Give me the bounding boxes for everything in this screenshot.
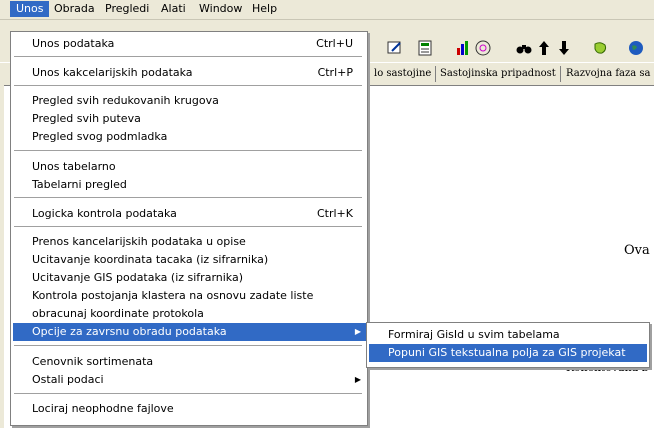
menu-item-label: Popuni GIS tekstualna polja za GIS proje… (388, 346, 626, 359)
shortcut-label: Ctrl+P (317, 66, 353, 79)
menu-item-label: Ucitavanje GIS podataka (iz sifrarnika) (32, 271, 244, 284)
menu-separator (14, 197, 362, 199)
menu-item-label: obracunaj koordinate protokola (32, 307, 204, 320)
arrow-up-icon[interactable] (533, 38, 555, 60)
zavrsna-obrada-submenu: Formiraj GisId u svim tabelama Popuni GI… (366, 322, 650, 368)
menu-obrada[interactable]: Obrada (48, 1, 101, 17)
chart-icon[interactable] (452, 38, 474, 60)
menu-item-label: Pregled svih redukovanih krugova (32, 94, 219, 107)
globe-icon[interactable] (625, 38, 647, 60)
shortcut-label: Ctrl+K (316, 207, 353, 220)
menu-separator (14, 345, 362, 347)
menu-item-label: Formiraj GisId u svim tabelama (388, 328, 560, 341)
menu-item-label: Logicka kontrola podataka (32, 207, 177, 220)
column-header[interactable]: lo sastojine (370, 66, 437, 82)
menu-item-label: Kontrola postojanja klastera na osnovu z… (32, 289, 314, 302)
menu-item-label: Unos tabelarno (32, 160, 116, 173)
submenu-arrow-icon: ▶ (354, 375, 361, 384)
menu-item-logicka-kontrola[interactable]: Logicka kontrola podataka Ctrl+K (13, 205, 367, 223)
menu-item-ostali-podaci[interactable]: Ostali podaci ▶ (13, 371, 367, 389)
pen-icon[interactable] (384, 38, 406, 60)
arrow-down-icon[interactable] (553, 38, 575, 60)
menu-alati[interactable]: Alati (155, 1, 192, 17)
menu-item-pregled-puteva[interactable]: Pregled svih puteva (13, 110, 367, 128)
menu-item-label: Ostali podaci (32, 373, 104, 386)
menu-item-label: Pregled svih puteva (32, 112, 141, 125)
menu-item-obracunaj-koordinate[interactable]: obracunaj koordinate protokola (13, 305, 367, 323)
menu-item-ucitavanje-gis[interactable]: Ucitavanje GIS podataka (iz sifrarnika) (13, 269, 367, 287)
submenu-arrow-icon: ▶ (354, 327, 361, 336)
menu-item-tabelarni-pregled[interactable]: Tabelarni pregled (13, 176, 367, 194)
menu-item-ucitavanje-koordinata[interactable]: Ucitavanje koordinata tacaka (iz sifrarn… (13, 251, 367, 269)
menu-item-label: Lociraj neophodne fajlove (32, 402, 174, 415)
menu-item-label: Unos podataka (32, 37, 115, 50)
column-header[interactable]: Sastojinska pripadnost (436, 66, 561, 82)
target-icon[interactable] (472, 38, 494, 60)
binoculars-icon[interactable] (513, 38, 535, 60)
menu-item-unos-podataka[interactable]: Unos podataka Ctrl+U (13, 35, 367, 53)
menu-item-label: Tabelarni pregled (32, 178, 127, 191)
menu-separator (14, 56, 362, 58)
menu-item-label: Cenovnik sortimenata (32, 355, 154, 368)
menu-item-kontrola-klastera[interactable]: Kontrola postojanja klastera na osnovu z… (13, 287, 367, 305)
menu-item-label: Ucitavanje koordinata tacaka (iz sifrarn… (32, 253, 269, 266)
menu-separator (14, 150, 362, 152)
unos-dropdown-menu: Unos podataka Ctrl+U Unos kakcelarijskih … (10, 31, 368, 426)
menu-separator (14, 85, 362, 87)
menu-item-label: Pregled svog podmladka (32, 130, 168, 143)
menu-separator (14, 226, 362, 228)
menu-item-label: Unos kakcelarijskih podataka (32, 66, 193, 79)
column-header[interactable]: Razvojna faza sa (562, 66, 654, 82)
menu-help[interactable]: Help (246, 1, 283, 17)
menu-window[interactable]: Window (193, 1, 248, 17)
menu-item-pregled-krugova[interactable]: Pregled svih redukovanih krugova (13, 92, 367, 110)
menu-item-cenovnik[interactable]: Cenovnik sortimenata (13, 353, 367, 371)
menu-bar: Unos Obrada Pregledi Alati Window Help (0, 0, 654, 20)
map-icon[interactable] (590, 38, 612, 60)
menu-item-popuni-gis-polja[interactable]: Popuni GIS tekstualna polja za GIS proje… (369, 344, 647, 362)
menu-item-label: Prenos kancelarijskih podataka u opise (32, 235, 246, 248)
menu-item-lociraj-fajlove[interactable]: Lociraj neophodne fajlove (13, 400, 367, 418)
menu-item-pregled-podmladka[interactable]: Pregled svog podmladka (13, 128, 367, 146)
menu-item-unos-kancelarijskih[interactable]: Unos kakcelarijskih podataka Ctrl+P (13, 64, 367, 82)
calc-icon[interactable] (414, 38, 436, 60)
content-text-ova: Ova (624, 243, 650, 258)
menu-item-opcije-zavrsna-obrada[interactable]: Opcije za zavrsnu obradu podataka ▶ (13, 323, 367, 341)
menu-item-unos-tabelarno[interactable]: Unos tabelarno (13, 158, 367, 176)
menu-item-label: Opcije za zavrsnu obradu podataka (32, 325, 227, 338)
menu-unos[interactable]: Unos (10, 1, 50, 17)
menu-pregledi[interactable]: Pregledi (99, 1, 155, 17)
menu-separator (14, 393, 362, 395)
shortcut-label: Ctrl+U (316, 37, 353, 50)
menu-item-prenos-podataka[interactable]: Prenos kancelarijskih podataka u opise (13, 233, 367, 251)
left-panel-edge (0, 84, 4, 428)
menu-item-formiraj-gisid[interactable]: Formiraj GisId u svim tabelama (369, 326, 647, 344)
